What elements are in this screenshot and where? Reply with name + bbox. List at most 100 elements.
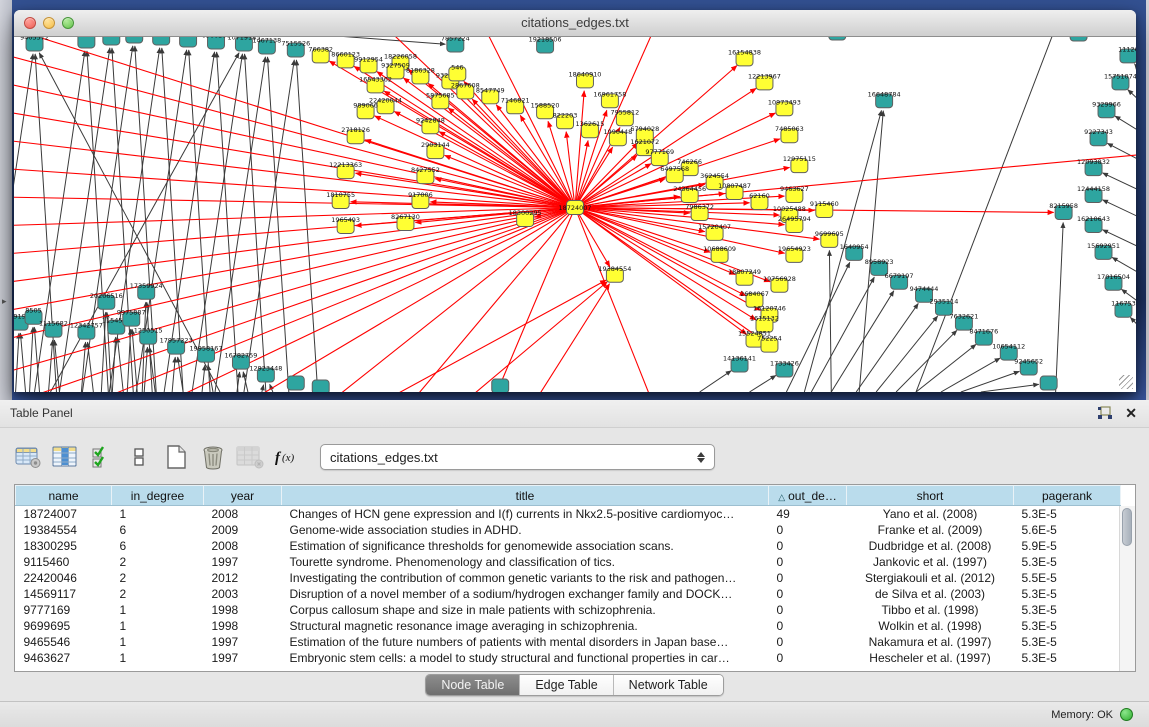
- graph-edge[interactable]: [811, 277, 874, 392]
- cell-year[interactable]: 1998: [204, 602, 282, 618]
- table-row[interactable]: 977716911998Corpus callosum shape and si…: [16, 602, 1121, 618]
- cell-in_degree[interactable]: 2: [112, 554, 204, 570]
- cell-title[interactable]: Estimation of significance thresholds fo…: [282, 538, 769, 554]
- window-resize-grip-icon[interactable]: [1119, 375, 1133, 389]
- column-header-year[interactable]: year: [204, 486, 282, 506]
- graph-node[interactable]: 10653247: [145, 37, 178, 45]
- graph-edge[interactable]: [265, 280, 606, 392]
- graph-node[interactable]: 5875685: [426, 91, 455, 108]
- graph-node[interactable]: 7515526: [281, 39, 310, 56]
- cell-in_degree[interactable]: 6: [112, 538, 204, 554]
- graph-edge[interactable]: [1128, 90, 1136, 109]
- graph-node[interactable]: 10807487: [718, 182, 751, 199]
- table-row[interactable]: 2242004622012Investigating the contribut…: [16, 570, 1121, 586]
- modify-table-icon[interactable]: [14, 444, 42, 470]
- graph-node[interactable]: [1040, 376, 1057, 390]
- cell-title[interactable]: Changes of HCN gene expression and I(f) …: [282, 506, 769, 522]
- cell-year[interactable]: 2008: [204, 506, 282, 522]
- graph-node[interactable]: 18300295: [509, 209, 542, 226]
- graph-node[interactable]: 16648784: [868, 90, 901, 107]
- cell-year[interactable]: 1998: [204, 618, 282, 634]
- cell-in_degree[interactable]: 1: [112, 506, 204, 522]
- graph-edge[interactable]: [474, 208, 575, 392]
- graph-node[interactable]: 9115460: [810, 200, 839, 217]
- cell-short[interactable]: Dudbridge et al. (2008): [847, 538, 1014, 554]
- cell-in_degree[interactable]: 2: [112, 570, 204, 586]
- table-row[interactable]: 1938455462009Genome-wide association stu…: [16, 522, 1121, 538]
- cell-pagerank[interactable]: 5.3E-5: [1014, 586, 1121, 602]
- table-row[interactable]: 946554611997Estimation of the future num…: [16, 634, 1121, 650]
- cell-year[interactable]: 2003: [204, 586, 282, 602]
- graph-node[interactable]: 10973493: [768, 98, 801, 115]
- network-canvas[interactable]: 9405572206914061065324715276026966160107…: [14, 37, 1136, 392]
- cell-out_degree[interactable]: 0: [769, 522, 847, 538]
- cell-name[interactable]: 9777169: [16, 602, 112, 618]
- cell-short[interactable]: Hescheler et al. (1997): [847, 650, 1014, 666]
- table-scrollbar-thumb[interactable]: [1122, 508, 1132, 546]
- graph-node[interactable]: 14136141: [723, 355, 756, 372]
- graph-node[interactable]: 17016504: [1097, 273, 1130, 290]
- cell-title[interactable]: Disruption of a novel member of a sodium…: [282, 586, 769, 602]
- graph-edge[interactable]: [16, 333, 19, 392]
- cell-pagerank[interactable]: 5.3E-5: [1014, 506, 1121, 522]
- graph-node[interactable]: 18640910: [569, 70, 602, 87]
- cell-pagerank[interactable]: 5.5E-5: [1014, 570, 1121, 586]
- graph-edge[interactable]: [144, 347, 147, 392]
- graph-node[interactable]: 24364456: [673, 185, 706, 202]
- graph-node[interactable]: 19654923: [778, 245, 811, 262]
- tab-network-table[interactable]: Network Table: [614, 675, 723, 695]
- rows-icon[interactable]: [125, 444, 153, 470]
- graph-edge[interactable]: [35, 51, 85, 392]
- cell-name[interactable]: 18724007: [16, 506, 112, 522]
- column-header-short[interactable]: short: [847, 486, 1014, 506]
- tab-node-table[interactable]: Node Table: [426, 675, 520, 695]
- cell-pagerank[interactable]: 5.3E-5: [1014, 634, 1121, 650]
- tab-edge-table[interactable]: Edge Table: [520, 675, 613, 695]
- cell-year[interactable]: 1997: [204, 634, 282, 650]
- cell-short[interactable]: Nakamura et al. (1997): [847, 634, 1014, 650]
- graph-edge[interactable]: [30, 327, 33, 392]
- graph-edge[interactable]: [941, 358, 1000, 392]
- graph-edge[interactable]: [88, 342, 94, 392]
- cell-short[interactable]: Tibbo et al. (1998): [847, 602, 1014, 618]
- graph-edge[interactable]: [34, 327, 39, 392]
- cell-short[interactable]: Yano et al. (2008): [847, 506, 1014, 522]
- graph-edge[interactable]: [245, 54, 266, 392]
- cell-name[interactable]: 14569117: [16, 586, 112, 602]
- cell-pagerank[interactable]: 5.3E-5: [1014, 602, 1121, 618]
- graph-node[interactable]: 15751074: [1104, 72, 1136, 89]
- graph-edge[interactable]: [1115, 116, 1136, 137]
- graph-node[interactable]: 12444158: [1077, 185, 1110, 202]
- graph-edge[interactable]: [804, 110, 881, 392]
- cell-short[interactable]: de Silva et al. (2003): [847, 586, 1014, 602]
- graph-node[interactable]: 1250515: [134, 327, 163, 344]
- graph-edge[interactable]: [14, 137, 575, 208]
- graph-node[interactable]: 16961758: [593, 90, 626, 107]
- cell-pagerank[interactable]: 5.3E-5: [1014, 554, 1121, 570]
- cell-pagerank[interactable]: 5.3E-5: [1014, 650, 1121, 666]
- cell-out_degree[interactable]: 0: [769, 586, 847, 602]
- graph-edge[interactable]: [1107, 143, 1136, 164]
- table-row[interactable]: 969969511998Structural magnetic resonanc…: [16, 618, 1121, 634]
- graph-edge[interactable]: [375, 208, 575, 392]
- graph-node[interactable]: 19958167: [190, 345, 223, 362]
- cell-out_degree[interactable]: 0: [769, 538, 847, 554]
- graph-edge[interactable]: [1130, 317, 1136, 336]
- cell-title[interactable]: Tourette syndrome. Phenomenology and cla…: [282, 554, 769, 570]
- cell-name[interactable]: 9115460: [16, 554, 112, 570]
- column-header-title[interactable]: title: [282, 486, 769, 506]
- graph-edge[interactable]: [127, 329, 130, 392]
- cell-year[interactable]: 1997: [204, 554, 282, 570]
- graph-node[interactable]: 1965493: [331, 216, 360, 233]
- cell-in_degree[interactable]: 2: [112, 586, 204, 602]
- graph-node[interactable]: 12213967: [748, 72, 781, 89]
- graph-node[interactable]: 9245652: [1014, 358, 1043, 375]
- graph-edge[interactable]: [494, 284, 609, 392]
- graph-node[interactable]: [103, 37, 120, 45]
- graph-edge[interactable]: [786, 262, 849, 392]
- cell-out_degree[interactable]: 0: [769, 570, 847, 586]
- graph-node[interactable]: 766382: [308, 45, 333, 62]
- graph-node[interactable]: [492, 379, 509, 392]
- graph-edge[interactable]: [59, 48, 109, 392]
- cell-year[interactable]: 2008: [204, 538, 282, 554]
